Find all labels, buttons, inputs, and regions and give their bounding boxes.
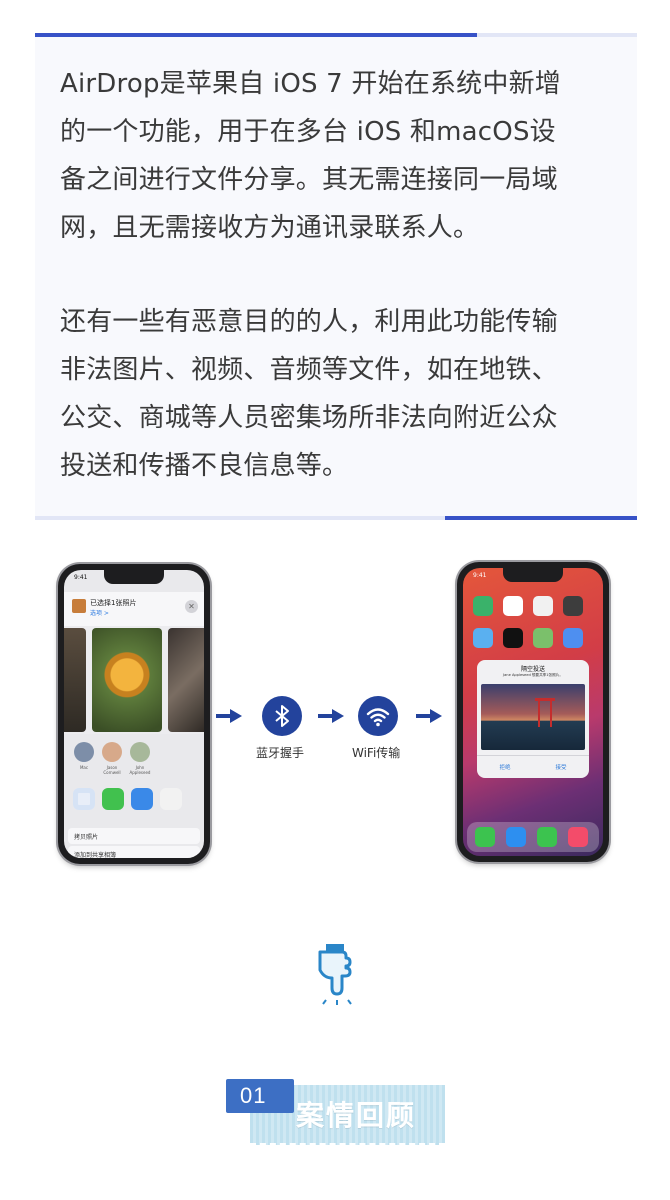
messages-icon: [537, 827, 557, 847]
bluetooth-handshake-label: 蓝牙握手: [256, 746, 305, 760]
mail-icon: [473, 628, 493, 648]
photos-icon: [533, 596, 553, 616]
person-name: Mac: [79, 765, 89, 770]
sender-phone-image: 9:41 已选择1张照片 选项 > ✕ Mac Jason Cornwell J…: [58, 564, 210, 864]
close-icon: ✕: [185, 600, 198, 613]
share-apps: [64, 784, 204, 828]
bluetooth-icon: [262, 696, 302, 736]
airdrop-people: Mac Jason Cornwell John Appleseed: [64, 738, 204, 782]
paragraph-line: AirDrop是苹果自 iOS 7 开始在系统中新增: [60, 69, 561, 99]
paragraph-line: 的一个功能，用于在多台 iOS 和macOS设: [60, 117, 556, 147]
arrow-right-icon: [318, 709, 344, 723]
paragraph-airdrop-intro: AirDrop是苹果自 iOS 7 开始在系统中新增 的一个功能，用于在多台 i…: [60, 60, 620, 252]
camera-icon: [563, 596, 583, 616]
wifi-icon: [358, 696, 398, 736]
share-sheet-header: 已选择1张照片 选项 > ✕: [64, 592, 204, 626]
paragraph-line: 公交、商城等人员密集场所非法向附近公众: [60, 403, 558, 433]
section-title: 案情回顾: [296, 1099, 417, 1132]
person-name: John Appleseed: [129, 765, 151, 775]
shared-album-row: 添加到共享相簿: [68, 846, 200, 858]
airdrop-receive-dialog: 隔空投送 Jane Appleseed 想要共享1张照片。 拒绝 接受: [477, 660, 589, 778]
row-label: 拷贝照片: [74, 834, 99, 841]
dialog-title: 隔空投送: [520, 666, 545, 673]
dialog-message: Jane Appleseed 想要共享1张照片。: [503, 673, 563, 677]
top-progress-bar: [35, 33, 637, 37]
calendar-icon: [503, 596, 523, 616]
photo-strip: [64, 626, 204, 734]
avatar: [102, 742, 122, 762]
person-name: Jason Cornwell: [103, 765, 121, 775]
paragraph-misuse: 还有一些有恶意目的的人，利用此功能传输 非法图片、视频、音频等文件，如在地铁、 …: [60, 298, 620, 490]
phone-icon: [475, 827, 495, 847]
wifi-transfer-label: WiFi传输: [352, 746, 401, 760]
paragraph-line: 网，且无需接收方为通讯录联系人。: [60, 213, 480, 243]
music-icon: [568, 827, 588, 847]
share-title: 已选择1张照片: [90, 599, 137, 607]
airdrop-icon: [73, 788, 95, 810]
decline-button: 拒绝: [499, 765, 511, 771]
photo-thumbnail: [72, 599, 86, 613]
share-options: 选项 >: [90, 610, 109, 617]
mail-icon: [131, 788, 153, 810]
paragraph-line: 非法图片、视频、音频等文件，如在地铁、: [60, 355, 558, 385]
pointing-hand-icon: [318, 944, 352, 1005]
maps-icon: [533, 628, 553, 648]
status-time: 9:41: [473, 572, 487, 579]
dialog-buttons: 拒绝 接受: [477, 755, 589, 778]
weather-icon: [563, 628, 583, 648]
facetime-icon: [473, 596, 493, 616]
clock-icon: [503, 628, 523, 648]
status-time: 9:41: [74, 574, 88, 581]
copy-photo-row: 拷贝照片: [68, 828, 200, 844]
arrow-right-icon: [216, 709, 242, 723]
dock: [467, 822, 599, 852]
avatar: [130, 742, 150, 762]
bottom-progress-bar: [35, 516, 637, 520]
avatar: [74, 742, 94, 762]
paragraph-line: 投送和传播不良信息等。: [60, 451, 349, 481]
receiver-phone-image: 9:41 隔空投送 Jane Appleseed 想要共享1张照片。 拒绝 接受: [457, 562, 609, 862]
arrow-right-icon: [416, 709, 442, 723]
paragraph-line: 备之间进行文件分享。其无需连接同一局域: [60, 165, 558, 195]
messages-icon: [102, 788, 124, 810]
paragraph-line: 还有一些有恶意目的的人，利用此功能传输: [60, 307, 558, 337]
row-label: 添加到共享相簿: [74, 852, 117, 858]
reminders-icon: [160, 788, 182, 810]
section-number: 01: [240, 1083, 267, 1108]
accept-button: 接受: [555, 765, 567, 771]
safari-icon: [506, 827, 526, 847]
shared-photo-preview: [481, 684, 585, 750]
